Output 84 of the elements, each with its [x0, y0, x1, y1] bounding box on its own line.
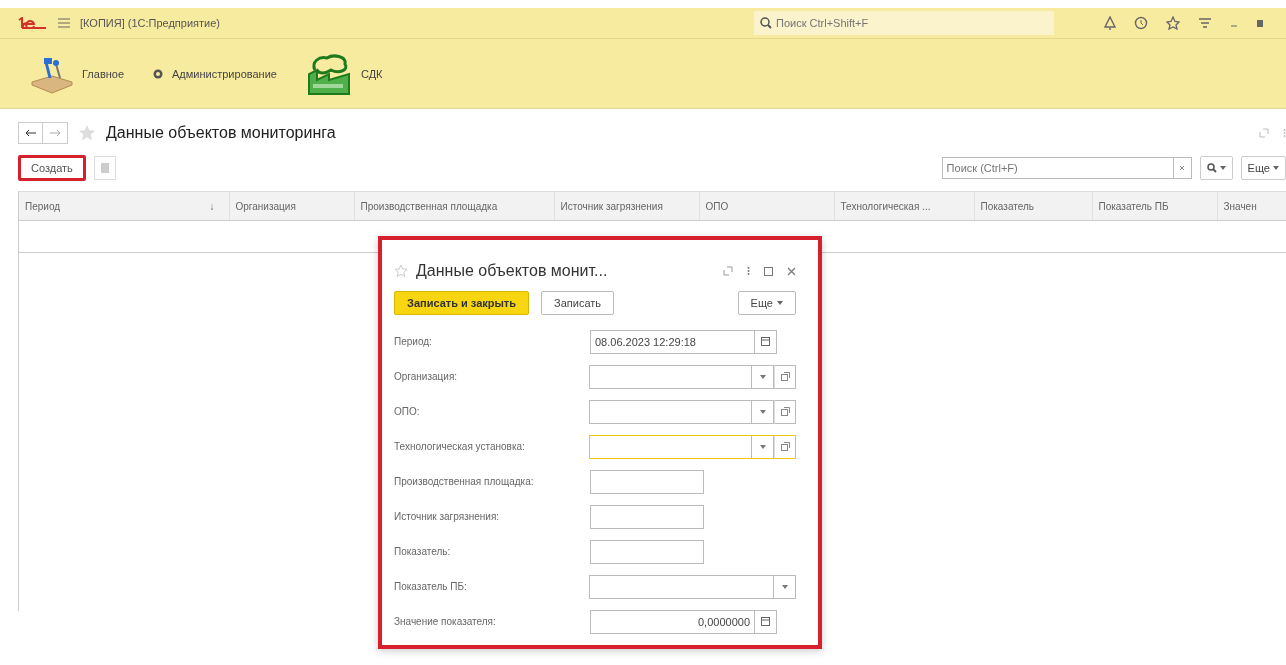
maximize-icon[interactable] — [764, 266, 773, 276]
input-field[interactable] — [589, 399, 752, 424]
open-button[interactable] — [774, 399, 796, 424]
close-icon[interactable] — [787, 266, 796, 276]
field-label: ОПО: — [394, 406, 421, 417]
calendar-icon — [761, 337, 770, 346]
input-field[interactable] — [589, 364, 752, 389]
search-field[interactable]: Поиск Ctrl+Shift+F — [754, 11, 1054, 35]
field-label: Период: — [394, 336, 433, 347]
history-icon[interactable] — [1134, 16, 1148, 30]
search-button[interactable] — [1199, 156, 1233, 180]
search-field[interactable]: Поиск (Ctrl+F) — [941, 157, 1174, 179]
logo-icon — [18, 17, 48, 29]
star-icon[interactable] — [1166, 16, 1180, 30]
favorite-star-icon[interactable] — [78, 124, 96, 142]
form-title: Данные объектов мониторинга — [106, 124, 336, 142]
section-link[interactable]: СДК — [360, 67, 383, 80]
caret-icon — [759, 374, 766, 379]
search-icon — [760, 17, 772, 29]
field-label: Значение показателя: — [394, 616, 497, 627]
calendar-button[interactable] — [755, 609, 777, 634]
caret-icon — [759, 444, 766, 449]
dropdown-button[interactable] — [752, 434, 774, 459]
field-label: Показатель ПБ: — [394, 581, 468, 592]
open-button[interactable] — [774, 434, 796, 459]
calendar-icon — [761, 617, 770, 626]
column-header[interactable]: Значен — [1223, 200, 1257, 212]
create-button[interactable]: Создать — [18, 155, 86, 181]
open-icon — [780, 372, 790, 381]
arrow-left-icon — [24, 129, 37, 137]
open-icon — [780, 442, 790, 451]
input-field[interactable] — [590, 504, 704, 529]
column-header[interactable]: Период — [25, 200, 61, 212]
field-label: Технологическая установка: — [394, 441, 526, 452]
field-label: Источник загрязнения: — [394, 511, 501, 522]
dropdown-button[interactable] — [774, 574, 796, 599]
open-in-window-icon[interactable] — [1259, 128, 1269, 138]
dropdown-button[interactable] — [752, 399, 774, 424]
caret-icon — [781, 584, 788, 589]
search-icon — [1206, 163, 1217, 173]
restore-icon[interactable] — [1256, 18, 1264, 28]
column-header[interactable]: ОПО — [705, 200, 729, 212]
filter-icon[interactable] — [1198, 17, 1212, 29]
open-button[interactable] — [774, 364, 796, 389]
bell-icon[interactable] — [1104, 16, 1116, 30]
caret-icon — [759, 409, 766, 414]
field-label: Производственная площадка: — [394, 476, 535, 487]
more-button[interactable]: Еще — [737, 291, 796, 315]
settings-icon — [152, 67, 165, 80]
caret-icon — [1273, 166, 1279, 170]
document-icon — [100, 163, 109, 173]
back-button[interactable] — [18, 122, 43, 144]
calendar-button[interactable] — [755, 329, 777, 354]
more-icon[interactable] — [747, 266, 750, 276]
dialog-title: Данные объектов монит... — [416, 262, 608, 280]
column-header[interactable]: Показатель — [980, 200, 1034, 212]
open-icon — [780, 407, 790, 416]
caret-icon — [777, 301, 783, 305]
menu-icon[interactable] — [58, 18, 70, 28]
input-field[interactable] — [590, 469, 704, 494]
input-field[interactable] — [590, 539, 704, 564]
field-label: Показатель: — [394, 546, 452, 557]
input-field[interactable] — [589, 574, 774, 599]
copy-button[interactable] — [93, 156, 116, 180]
input-field[interactable] — [589, 434, 752, 459]
input-field[interactable]: 0,0000000 — [590, 609, 755, 634]
section-link[interactable]: Администрирование — [172, 67, 277, 80]
section-link[interactable]: Главное — [82, 67, 125, 80]
save-button[interactable]: Записать — [541, 291, 615, 315]
clear-icon — [1179, 165, 1186, 171]
favorite-star-icon[interactable] — [394, 264, 408, 278]
arrow-right-icon — [49, 129, 61, 137]
column-header[interactable]: Организация — [235, 200, 296, 212]
sort-indicator: ↓ — [209, 200, 215, 212]
field-label: Организация: — [394, 371, 459, 382]
dropdown-button[interactable] — [752, 364, 774, 389]
caret-icon — [1219, 166, 1226, 170]
input-field[interactable]: 08.06.2023 12:29:18 — [590, 329, 755, 354]
more-icon[interactable] — [1283, 128, 1286, 138]
open-in-window-icon[interactable] — [723, 266, 733, 276]
forward-button[interactable] — [43, 122, 68, 144]
save-and-close-button[interactable]: Записать и закрыть — [394, 291, 530, 315]
more-button[interactable]: Еще — [1240, 156, 1286, 180]
window-title: [КОПИЯ] (1С:Предприятие) — [80, 17, 220, 29]
